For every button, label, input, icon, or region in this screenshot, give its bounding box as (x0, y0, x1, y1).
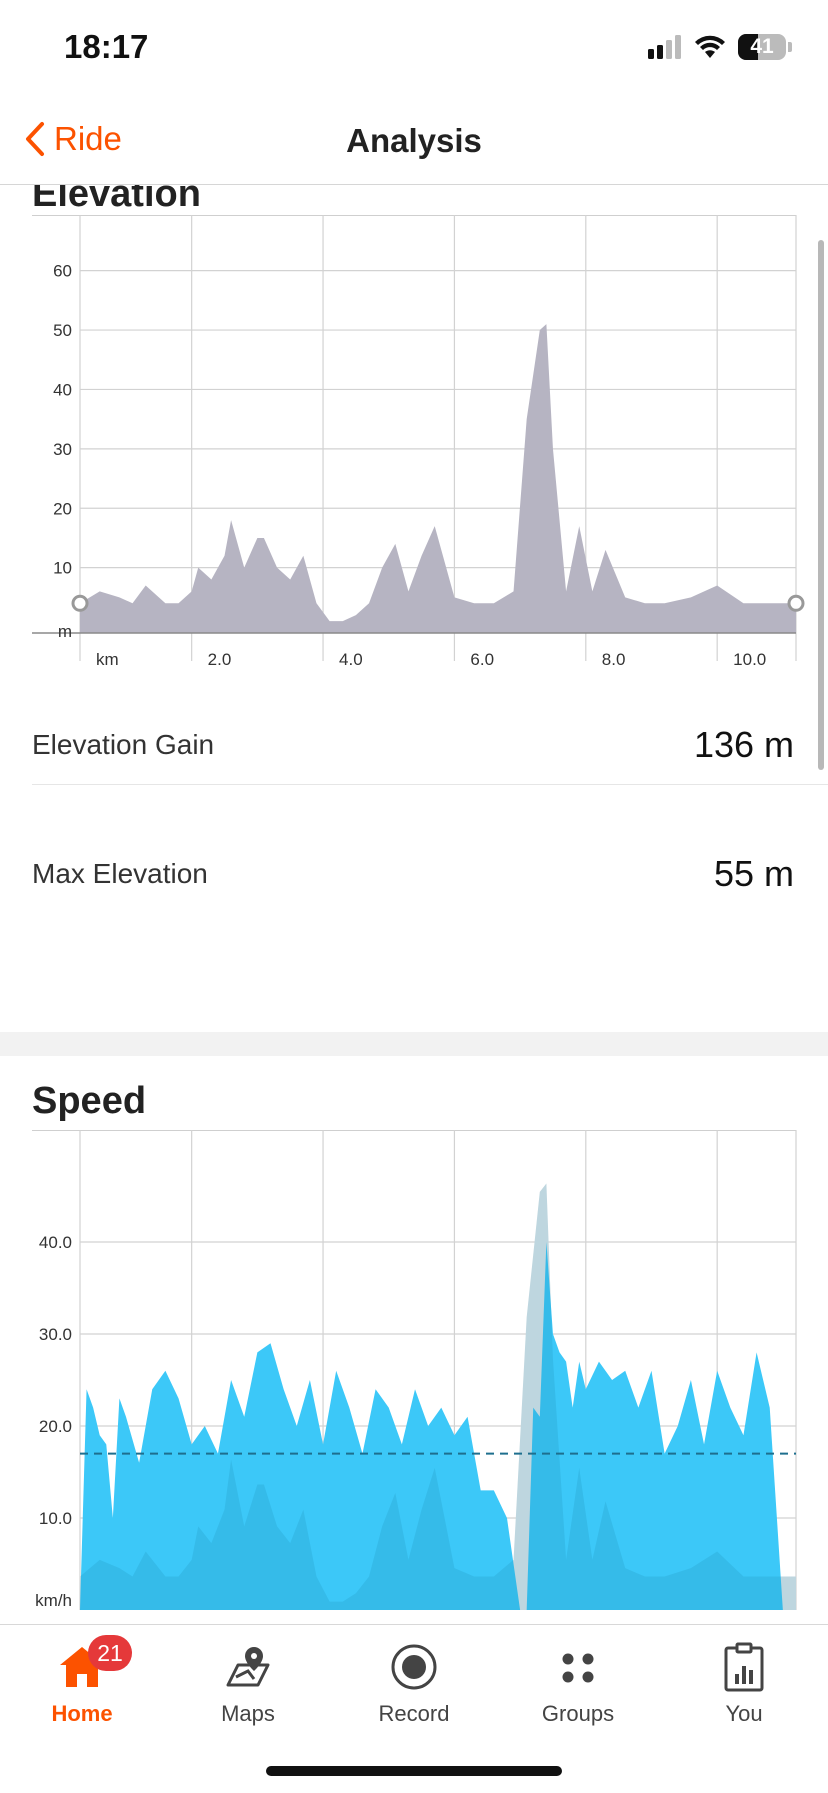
speed-ytick-label: 10.0 (39, 1509, 72, 1528)
tab-home[interactable]: 21 Home (22, 1635, 142, 1727)
elevation-gain-value: 136 m (693, 724, 794, 765)
tab-home-label: Home (51, 1701, 113, 1726)
max-elevation-row: Max Elevation 55 m (32, 844, 794, 904)
elevation-unit-label: m (58, 622, 72, 641)
tab-you[interactable]: You (684, 1639, 804, 1727)
elevation-ytick-label: 10 (53, 559, 72, 578)
groups-icon (562, 1653, 594, 1683)
speed-ytick-label: 30.0 (39, 1325, 72, 1344)
cellular-signal-icon (648, 35, 681, 59)
stats-divider (32, 784, 828, 785)
battery-icon: 41 (738, 34, 786, 60)
speed-ytick-label: 20.0 (39, 1417, 72, 1436)
status-time: 18:17 (64, 28, 149, 65)
you-icon (724, 1642, 764, 1692)
tab-record-label: Record (378, 1701, 450, 1726)
navigation-bar: Ride Analysis (0, 100, 828, 185)
section-separator (0, 1032, 828, 1056)
elevation-xtick-label: 4.0 (339, 650, 363, 669)
elevation-ytick-label: 40 (53, 380, 72, 399)
speed-section-title: Speed (32, 1080, 147, 1122)
scrollbar[interactable] (818, 240, 824, 770)
home-indicator (266, 1766, 562, 1776)
speed-chart: 10.0 20.0 30.0 40.0 km/h (32, 1130, 797, 1610)
notification-badge: 21 (88, 1635, 132, 1671)
range-start-handle (71, 594, 89, 612)
tab-maps-label: Maps (221, 1701, 275, 1726)
tab-groups-label: Groups (541, 1701, 615, 1726)
maps-icon (226, 1647, 270, 1687)
elevation-xtick-label: 8.0 (602, 650, 626, 669)
range-end-handle (787, 594, 805, 612)
elevation-gain-label: Elevation Gain (32, 729, 215, 760)
elevation-area (80, 324, 796, 633)
battery-percent: 41 (750, 35, 774, 58)
tab-you-label: You (725, 1701, 763, 1726)
tab-record[interactable]: Record (354, 1639, 474, 1727)
max-elevation-value: 55 m (713, 853, 794, 894)
elevation-ytick-label: 60 (53, 262, 72, 281)
tab-maps[interactable]: Maps (188, 1639, 308, 1727)
speed-unit-label: km/h (35, 1591, 72, 1610)
elevation-xtick-label: 10.0 (733, 650, 766, 669)
elevation-ytick-label: 30 (53, 440, 72, 459)
analysis-content[interactable]: Elevation 10 20 30 40 50 60 m km 2.0 4.0 6.0 8.0 10.… (0, 185, 828, 1625)
tab-groups[interactable]: Groups (518, 1639, 638, 1727)
elevation-section-title: Elevation (32, 185, 201, 215)
elevation-ytick-label: 20 (53, 499, 72, 518)
elevation-xtick-label: 6.0 (470, 650, 494, 669)
record-icon (391, 1644, 437, 1690)
elevation-xaxis-unit: km (96, 650, 119, 669)
status-bar: 18:17 41 (0, 0, 828, 100)
max-elevation-label: Max Elevation (32, 858, 208, 889)
status-icons: 41 (648, 34, 792, 60)
wifi-icon (695, 35, 725, 58)
elevation-gain-row: Elevation Gain 136 m (32, 715, 794, 775)
elevation-xtick-label: 2.0 (208, 650, 232, 669)
elevation-chart: 10 20 30 40 50 60 m km 2.0 4.0 6.0 8.0 10.0 (32, 215, 805, 669)
page-title: Analysis (346, 122, 482, 159)
battery-cap (788, 42, 792, 52)
elevation-ytick-label: 50 (53, 321, 72, 340)
speed-ytick-label: 40.0 (39, 1233, 72, 1252)
